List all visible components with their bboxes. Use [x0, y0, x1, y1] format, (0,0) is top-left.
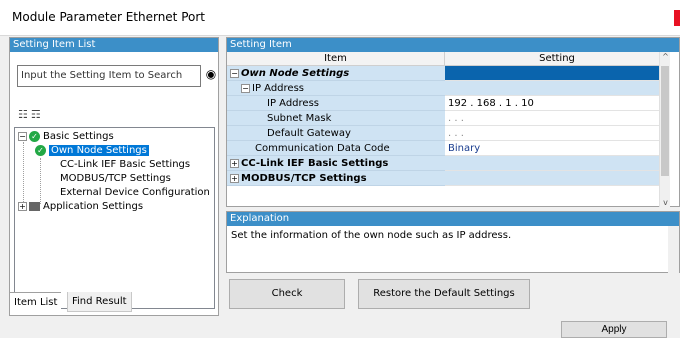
communication-data-code-select[interactable]: Binary: [445, 141, 670, 156]
search-input[interactable]: Input the Setting Item to Search: [17, 65, 201, 87]
window-title: Module Parameter Ethernet Port: [12, 10, 205, 24]
setting-tree: − ✓ Basic Settings ✓ Own Node Settings CC-L…: [14, 127, 215, 309]
table-row[interactable]: Default Gateway . . .: [227, 126, 670, 141]
grid-scrollbar[interactable]: ^ v: [659, 52, 670, 207]
setting-item-pane: Setting Item Item Setting − Own Node Sett…: [226, 37, 680, 207]
close-button[interactable]: [674, 10, 680, 26]
ip-address-field[interactable]: 192 . 168 . 1 . 10: [445, 96, 670, 111]
subnet-mask-field[interactable]: . . .: [445, 111, 670, 126]
table-row[interactable]: − IP Address: [227, 81, 670, 96]
tree-item-cc-link-ief-basic[interactable]: CC-Link IEF Basic Settings: [60, 158, 190, 172]
restore-default-button[interactable]: Restore the Default Settings: [358, 279, 530, 309]
check-icon: ✓: [29, 130, 40, 142]
scroll-thumb[interactable]: [661, 66, 669, 176]
tree-item-external-device[interactable]: External Device Configuration: [60, 186, 210, 200]
table-row[interactable]: Subnet Mask . . .: [227, 111, 670, 126]
explanation-pane: Explanation Set the information of the o…: [226, 211, 680, 273]
collapse-icon[interactable]: −: [241, 83, 250, 93]
default-gateway-field[interactable]: . . .: [445, 126, 670, 141]
explanation-text: Set the information of the own node such…: [231, 230, 512, 241]
collapse-icon[interactable]: −: [18, 131, 27, 141]
table-row[interactable]: Communication Data Code Binary: [227, 141, 670, 156]
expand-icon[interactable]: +: [230, 173, 239, 183]
collapse-icon[interactable]: −: [230, 68, 239, 78]
settings-grid: Item Setting − Own Node Settings − IP Addr…: [227, 52, 670, 207]
setting-item-list-pane: Setting Item List Input the Setting Item…: [9, 37, 219, 316]
tree-item-basic-settings[interactable]: − ✓ Basic Settings: [18, 130, 114, 144]
column-header-item[interactable]: Item: [227, 52, 445, 66]
column-header-setting[interactable]: Setting: [445, 52, 670, 66]
check-icon: ✓: [35, 144, 46, 156]
apply-button[interactable]: Apply: [561, 321, 667, 338]
check-button[interactable]: Check: [229, 279, 345, 309]
tree-toolbar: ☷☶: [18, 108, 44, 121]
tab-find-result[interactable]: Find Result: [67, 292, 132, 312]
explanation-scrollbar[interactable]: [668, 226, 679, 273]
expand-icon[interactable]: +: [230, 158, 239, 168]
table-row[interactable]: − Own Node Settings: [227, 66, 670, 81]
explanation-header: Explanation: [227, 212, 679, 226]
table-row[interactable]: + MODBUS/TCP Settings: [227, 171, 670, 186]
scroll-up-icon[interactable]: ^: [660, 52, 671, 61]
tree-item-modbus-tcp[interactable]: MODBUS/TCP Settings: [60, 172, 171, 186]
right-pane-header: Setting Item: [227, 38, 679, 52]
left-pane-tabs: Item List Find Result: [10, 292, 220, 316]
expand-icon[interactable]: +: [18, 201, 27, 211]
tree-item-own-node-settings[interactable]: ✓ Own Node Settings: [35, 144, 149, 158]
tree-item-application-settings[interactable]: + Application Settings: [18, 200, 143, 214]
table-row[interactable]: IP Address 192 . 168 . 1 . 10: [227, 96, 670, 111]
folder-icon: [29, 201, 40, 211]
binoculars-icon[interactable]: ◉: [204, 65, 218, 83]
scroll-down-icon[interactable]: v: [660, 198, 671, 207]
title-bar: Module Parameter Ethernet Port: [0, 0, 680, 36]
collapse-all-icon[interactable]: ☶: [31, 108, 44, 121]
left-pane-header: Setting Item List: [10, 38, 218, 52]
tab-item-list[interactable]: Item List: [10, 292, 62, 312]
table-row[interactable]: + CC-Link IEF Basic Settings: [227, 156, 670, 171]
expand-all-icon[interactable]: ☷: [18, 108, 31, 121]
